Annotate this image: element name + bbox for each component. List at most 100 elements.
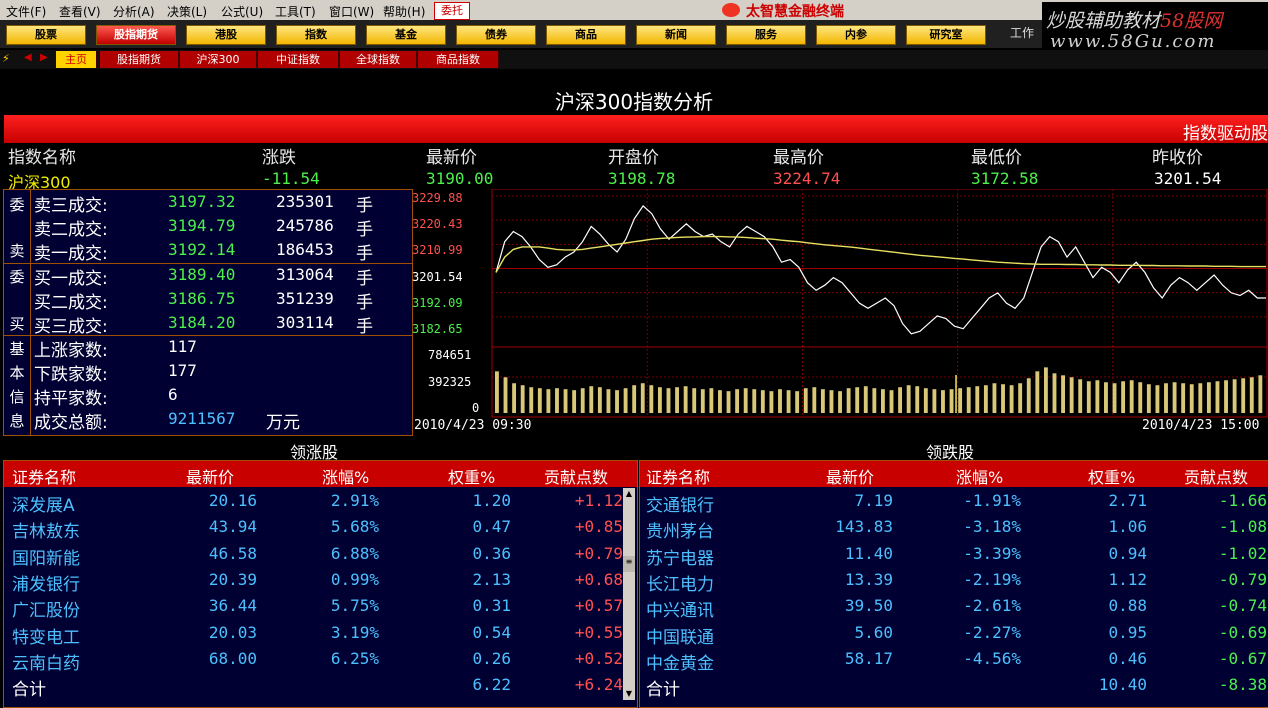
scroll-up-icon[interactable]: ▲ [623, 488, 635, 500]
col-name[interactable]: 证券名称 [646, 464, 710, 488]
table-row[interactable]: 浦发银行 20.39 0.99% 2.13 +0.68 [4, 567, 637, 595]
toolbar-insider[interactable]: 内参 [816, 25, 896, 45]
volume-bar [1035, 371, 1040, 413]
cell-pct: 6.88% [330, 543, 379, 563]
tab-csi300[interactable]: 沪深300 [180, 51, 257, 68]
tab-home[interactable]: 主页 [56, 51, 97, 68]
col-weight[interactable]: 权重% [448, 464, 495, 488]
cell-name: 中国联通 [646, 627, 714, 648]
arrow-left-icon[interactable]: ◀ [24, 52, 32, 63]
volume-bar [726, 391, 731, 413]
gainers-scrollbar[interactable]: ▲ ≡ ▼ [623, 488, 635, 700]
y-tick-label: 3192.09 [412, 296, 463, 310]
decliners-label: 下跌家数: [34, 365, 108, 385]
tab-global-index[interactable]: 全球指数 [340, 51, 417, 68]
toolbar-index-futures[interactable]: 股指期货 [96, 25, 176, 45]
table-row[interactable]: 吉林敖东 43.94 5.68% 0.47 +0.85 [4, 514, 637, 543]
col-last[interactable]: 最新价 [826, 464, 874, 488]
side-label: 买 [9, 315, 25, 333]
volume-bar [1164, 383, 1168, 413]
cell-pct: 6.25% [330, 648, 379, 668]
toolbar-service[interactable]: 服务 [726, 25, 806, 45]
cell-name: 中金黄金 [646, 653, 714, 674]
table-row[interactable]: 国阳新能 46.58 6.88% 0.36 +0.79 [4, 541, 637, 569]
section-bar [4, 115, 1268, 143]
scroll-down-icon[interactable]: ▼ [623, 688, 635, 700]
table-row[interactable]: 中金黄金 58.17 -4.56% 0.46 -0.67 [640, 646, 1268, 674]
buy3-label: 买三成交: [34, 317, 108, 337]
gainers-table: 证券名称 最新价 涨幅% 权重% 贡献点数 深发展A 20.16 2.91% 1.20… [3, 460, 638, 708]
volume-bar [923, 388, 928, 413]
toolbar-work[interactable]: 工作 [1010, 24, 1034, 41]
y-tick-label: 3201.54 [412, 270, 463, 284]
cell-name: 吉林敖东 [12, 522, 80, 543]
col-points[interactable]: 贡献点数 [1184, 464, 1248, 488]
toolbar-commodities[interactable]: 商品 [546, 25, 626, 45]
cell-last: 43.94 [208, 517, 257, 537]
volume-bar [992, 383, 997, 413]
lightning-icon[interactable]: ⚡ [2, 52, 10, 65]
table-row[interactable]: 交通银行 7.19 -1.91% 2.71 -1.66 [640, 488, 1268, 516]
buy2-unit: 手 [356, 293, 373, 313]
cell-name: 贵州茅台 [646, 522, 714, 543]
table-row[interactable]: 中国联通 5.60 -2.27% 0.95 -0.69 [640, 620, 1268, 648]
trade-button[interactable]: 委托 [434, 2, 470, 20]
table-row[interactable]: 云南白药 68.00 6.25% 0.26 +0.52 [4, 646, 637, 674]
col-pct[interactable]: 涨幅% [322, 464, 369, 488]
volume-bar [1189, 384, 1194, 413]
col-points[interactable]: 贡献点数 [544, 464, 608, 488]
cell-name: 深发展A [12, 496, 75, 516]
table-row[interactable]: 中兴通讯 39.50 -2.61% 0.88 -0.74 [640, 593, 1268, 621]
col-pct[interactable]: 涨幅% [956, 464, 1003, 488]
menu-file[interactable]: 文件(F) [6, 3, 46, 20]
volume-bar [955, 375, 957, 413]
tab-commodity-index[interactable]: 商品指数 [418, 51, 499, 68]
header-prev-close: 昨收价 [1152, 148, 1203, 168]
toolbar-bonds[interactable]: 债券 [456, 25, 536, 45]
menu-formula[interactable]: 公式(U) [221, 3, 263, 20]
intraday-chart[interactable]: 3229.88 3220.43 3210.99 3201.54 3192.09 … [412, 188, 1268, 434]
menu-window[interactable]: 窗口(W) [329, 3, 374, 20]
menu-tools[interactable]: 工具(T) [275, 3, 316, 20]
volume-bar [906, 385, 911, 413]
volume-bar [1052, 373, 1057, 413]
tab-index-futures[interactable]: 股指期货 [100, 51, 179, 68]
toolbar-news[interactable]: 新闻 [636, 25, 716, 45]
toolbar-hk-stocks[interactable]: 港股 [186, 25, 266, 45]
volume-bar [838, 391, 842, 413]
table-row[interactable]: 长江电力 13.39 -2.19% 1.12 -0.79 [640, 567, 1268, 595]
table-row[interactable]: 贵州茅台 143.83 -3.18% 1.06 -1.08 [640, 514, 1268, 543]
toolbar-funds[interactable]: 基金 [366, 25, 446, 45]
buy2-volume: 351239 [276, 289, 334, 308]
menu-help[interactable]: 帮助(H) [383, 3, 425, 20]
tab-csi-index[interactable]: 中证指数 [258, 51, 339, 68]
cell-points: +0.79 [574, 543, 623, 563]
cell-weight: 2.71 [1108, 491, 1147, 510]
buy3-volume: 303114 [276, 313, 334, 332]
col-name[interactable]: 证券名称 [12, 464, 76, 488]
toolbar-index[interactable]: 指数 [276, 25, 356, 45]
volume-bar [1001, 384, 1005, 413]
index-driver-label[interactable]: 指数驱动股 [1183, 119, 1268, 144]
cell-weight: 0.46 [1108, 648, 1147, 668]
order-book: 委 卖 委 买 基 本 信 息 卖三成交: 3197.32 235301 手 卖… [3, 189, 413, 436]
table-row[interactable]: 深发展A 20.16 2.91% 1.20 +1.12 [4, 488, 637, 516]
arrow-right-icon[interactable]: ▶ [40, 52, 48, 63]
advancers-label: 上涨家数: [34, 341, 108, 361]
col-last[interactable]: 最新价 [186, 464, 234, 488]
cell-name: 交通银行 [646, 496, 714, 516]
table-row[interactable]: 苏宁电器 11.40 -3.39% 0.94 -1.02 [640, 541, 1268, 569]
menu-view[interactable]: 查看(V) [59, 3, 101, 20]
menu-analysis[interactable]: 分析(A) [113, 3, 155, 20]
scroll-thumb[interactable]: ≡ [623, 556, 635, 572]
cell-name: 国阳新能 [12, 548, 80, 569]
col-weight[interactable]: 权重% [1088, 464, 1135, 488]
cell-last: 58.17 [844, 648, 893, 668]
table-row[interactable]: 广汇股份 36.44 5.75% 0.31 +0.57 [4, 593, 637, 621]
menu-decision[interactable]: 决策(L) [167, 3, 207, 20]
table-row[interactable]: 特变电工 20.03 3.19% 0.54 +0.55 [4, 620, 637, 648]
cell-points: -0.74 [1218, 596, 1267, 616]
toolbar-research[interactable]: 研究室 [906, 25, 986, 45]
toolbar-stocks[interactable]: 股票 [6, 25, 86, 45]
turnover-label: 成交总额: [34, 413, 108, 433]
